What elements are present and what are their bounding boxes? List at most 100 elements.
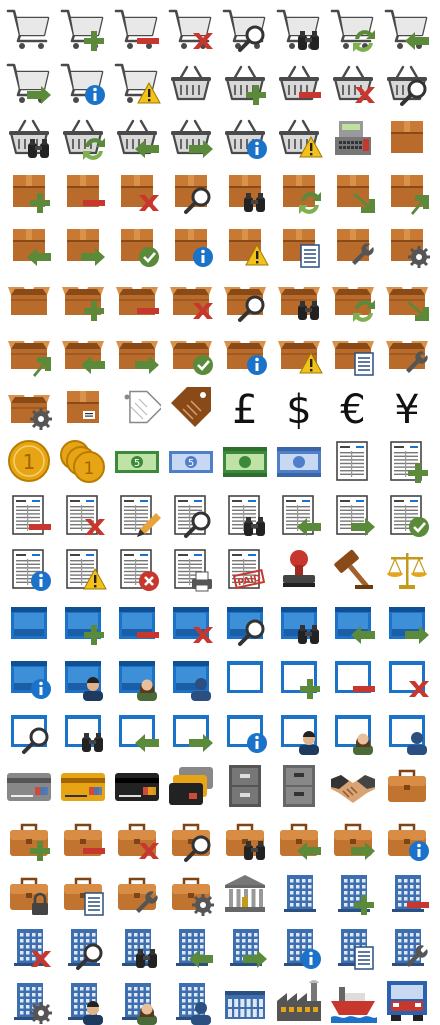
price-tag-brown-icon [167, 383, 215, 431]
office-binoculars-icon [113, 923, 161, 971]
box-into-icon [329, 167, 377, 215]
box-back-icon [5, 221, 53, 269]
cart-forward-icon [5, 59, 53, 107]
briefcase-icon [383, 761, 431, 809]
invoice-paid-icon: PAID [221, 545, 269, 593]
box-open-search-icon [221, 275, 269, 323]
box-wrench-icon [329, 221, 377, 269]
box-info-icon [167, 221, 215, 269]
window-binoculars-icon [275, 599, 323, 647]
invoice-info-icon [5, 545, 53, 593]
pound-icon: £ [221, 383, 269, 431]
briefcase-lock-icon [5, 869, 53, 917]
briefcase-back-icon [275, 815, 323, 863]
box-add-icon [5, 167, 53, 215]
basket-icon [167, 59, 215, 107]
box-icon [383, 113, 431, 161]
box-binoculars-icon [221, 167, 269, 215]
frame-binoculars-icon [59, 707, 107, 755]
office-info-icon [275, 923, 323, 971]
office-user-woman-icon [113, 977, 161, 1025]
basket-remove-icon [275, 59, 323, 107]
dollar-icon: $ [275, 383, 323, 431]
frame-user-woman-icon [329, 707, 377, 755]
banknotes-blue-icon [275, 437, 323, 485]
window-remove-icon [113, 599, 161, 647]
briefcase-list-icon [59, 869, 107, 917]
briefcase-forward-icon [329, 815, 377, 863]
frame-delete-icon [383, 653, 431, 701]
basket-binoculars-icon [5, 113, 53, 161]
price-tag-icon [113, 383, 161, 431]
svg-text:€: € [340, 387, 365, 431]
bank-icon [221, 869, 269, 917]
gavel-icon [329, 545, 377, 593]
window-back-icon [329, 599, 377, 647]
box-open-add-icon [59, 275, 107, 323]
box-list-icon [275, 221, 323, 269]
box-open-into-icon [383, 275, 431, 323]
office-forward-icon [221, 923, 269, 971]
euro-icon: € [329, 383, 377, 431]
box-open-forward-icon [113, 329, 161, 377]
invoice-print-icon [167, 545, 215, 593]
stamp-icon [275, 545, 323, 593]
frame-user-icon [383, 707, 431, 755]
briefcase-binoculars-icon [221, 815, 269, 863]
box-open-info-icon [221, 329, 269, 377]
box-gear-icon [383, 221, 431, 269]
office-user-icon [167, 977, 215, 1025]
window-add-icon [59, 599, 107, 647]
svg-text:5: 5 [188, 458, 194, 469]
window-info-icon [5, 653, 53, 701]
building-low-icon [221, 977, 269, 1025]
cart-back-icon [383, 5, 431, 53]
banknote-green-icon: 5 [113, 437, 161, 485]
office-add-icon [329, 869, 377, 917]
invoice-warning-icon [59, 545, 107, 593]
basket-info-icon [221, 113, 269, 161]
coins-icon: 1 [59, 437, 107, 485]
banknotes-green-icon [221, 437, 269, 485]
box-label-icon [59, 383, 107, 431]
basket-refresh-icon [59, 113, 107, 161]
invoice-error-icon [113, 545, 161, 593]
box-open-delete-icon [167, 275, 215, 323]
cards-icon [167, 761, 215, 809]
cart-search-icon [221, 5, 269, 53]
icon-grid: £ $ € ¥1 1 5 5 PAID [0, 0, 440, 1025]
cart-warning-icon [113, 59, 161, 107]
office-icon [275, 869, 323, 917]
cart-icon [5, 5, 53, 53]
card-grey-icon [5, 761, 53, 809]
frame-back-icon [113, 707, 161, 755]
cart-info-icon [59, 59, 107, 107]
briefcase-wrench-icon [113, 869, 161, 917]
frame-info-icon [221, 707, 269, 755]
box-open-back-icon [59, 329, 107, 377]
box-delete-icon [113, 167, 161, 215]
invoice-back-icon [275, 491, 323, 539]
box-search-icon [167, 167, 215, 215]
ship-icon [329, 977, 377, 1025]
invoice-binoculars-icon [221, 491, 269, 539]
briefcase-delete-icon [113, 815, 161, 863]
box-remove-icon [59, 167, 107, 215]
office-remove-icon [383, 869, 431, 917]
basket-add-icon [221, 59, 269, 107]
cart-add-icon [59, 5, 107, 53]
window-user-man-icon [59, 653, 107, 701]
cash-register-icon [329, 113, 377, 161]
box-open-ok-icon [167, 329, 215, 377]
window-forward-icon [383, 599, 431, 647]
invoice-icon [329, 437, 377, 485]
invoice-add-icon [383, 437, 431, 485]
window-delete-icon [167, 599, 215, 647]
banknote-blue-icon: 5 [167, 437, 215, 485]
factory-icon [275, 977, 323, 1025]
invoice-forward-icon [329, 491, 377, 539]
svg-text:¥: ¥ [394, 387, 419, 431]
basket-back-icon [113, 113, 161, 161]
scales-icon [383, 545, 431, 593]
box-open-warning-icon [275, 329, 323, 377]
